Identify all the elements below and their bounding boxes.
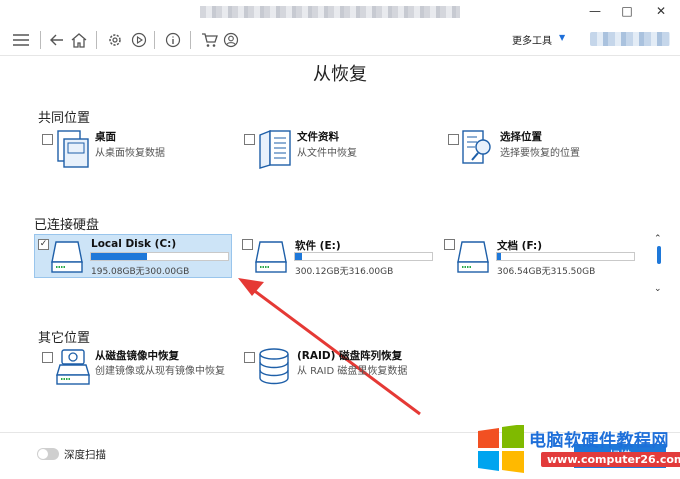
watermark-text: 电脑软硬件教程网 <box>529 431 669 451</box>
choose-location-desc: 选择要恢复的位置 <box>500 148 580 159</box>
desktop-checkbox[interactable] <box>42 134 53 145</box>
account-icon[interactable] <box>220 29 242 51</box>
deep-scan-label: 深度扫描 <box>64 449 106 461</box>
folder-search-icon <box>462 130 491 164</box>
more-tools-menu[interactable]: 更多工具 <box>512 32 552 47</box>
page-title: 从恢复 <box>313 64 367 85</box>
play-icon[interactable] <box>128 29 150 51</box>
desktop-desc: 从桌面恢复数据 <box>95 148 165 159</box>
drive-f-name[interactable]: 文档 (F:) <box>497 238 542 253</box>
back-icon[interactable] <box>46 29 68 51</box>
close-button[interactable]: ✕ <box>646 2 676 20</box>
drive-e-name[interactable]: 软件 (E:) <box>295 238 341 253</box>
drive-e-usage-fill <box>295 253 302 260</box>
common-locations-heading: 共同位置 <box>38 111 91 126</box>
drive-e-usage-bar <box>294 252 433 261</box>
toolbar: 更多工具 ▼ <box>0 24 680 56</box>
drive-c-usage-fill <box>91 253 148 260</box>
raid-checkbox[interactable] <box>244 352 255 363</box>
disk-image-checkbox[interactable] <box>42 352 53 363</box>
documents-title[interactable]: 文件资料 <box>297 129 339 144</box>
home-icon[interactable] <box>68 29 90 51</box>
drive-c-size: 195.08GB无300.00GB <box>91 267 190 277</box>
scroll-up-icon[interactable]: ⌃ <box>654 234 662 244</box>
drive-c-usage-bar <box>90 252 229 261</box>
window-title-blurred <box>200 6 460 18</box>
chevron-down-icon[interactable]: ▼ <box>559 33 565 42</box>
connected-disks-heading: 已连接硬盘 <box>34 218 100 233</box>
drive-f-usage-fill <box>497 253 502 260</box>
disk-image-title[interactable]: 从磁盘镜像中恢复 <box>95 348 179 363</box>
disk-image-desc: 创建镜像或从现有镜像中恢复 <box>95 366 225 377</box>
drive-c-name[interactable]: Local Disk (C:) <box>91 238 176 250</box>
account-name-blurred[interactable] <box>590 32 670 46</box>
maximize-button[interactable]: □ <box>612 2 642 20</box>
documents-icon <box>259 129 291 169</box>
drive-f-checkbox[interactable] <box>444 239 455 250</box>
documents-checkbox[interactable] <box>244 134 255 145</box>
desktop-title[interactable]: 桌面 <box>95 129 116 144</box>
scroll-down-icon[interactable]: ⌄ <box>654 284 662 294</box>
choose-location-checkbox[interactable] <box>448 134 459 145</box>
disk-image-icon <box>56 349 90 385</box>
hard-drive-icon <box>457 241 489 273</box>
drive-e-checkbox[interactable] <box>242 239 253 250</box>
raid-database-icon <box>259 348 289 385</box>
drive-f-usage-bar <box>496 252 635 261</box>
title-bar: — □ ✕ <box>0 0 680 22</box>
settings-icon[interactable] <box>104 29 126 51</box>
minimize-button[interactable]: — <box>580 2 610 20</box>
drive-f-size: 306.54GB无315.50GB <box>497 267 596 277</box>
info-icon[interactable] <box>162 29 184 51</box>
scrollbar-thumb[interactable] <box>657 246 661 264</box>
hard-drive-icon <box>51 241 83 273</box>
watermark-logo <box>478 425 524 473</box>
desktop-icon <box>57 130 89 168</box>
watermark-url: www.computer26.com <box>541 452 680 467</box>
hard-drive-icon <box>255 241 287 273</box>
documents-desc: 从文件中恢复 <box>297 148 357 159</box>
cart-icon[interactable] <box>198 29 220 51</box>
choose-location-title[interactable]: 选择位置 <box>500 129 542 144</box>
raid-desc: 从 RAID 磁盘里恢复数据 <box>297 366 408 377</box>
raid-title[interactable]: (RAID) 磁盘阵列恢复 <box>297 348 402 363</box>
menu-icon[interactable] <box>10 29 32 51</box>
other-locations-heading: 其它位置 <box>38 331 91 346</box>
drive-c-checkbox[interactable]: ✓ <box>38 239 49 250</box>
deep-scan-toggle[interactable] <box>37 448 59 460</box>
